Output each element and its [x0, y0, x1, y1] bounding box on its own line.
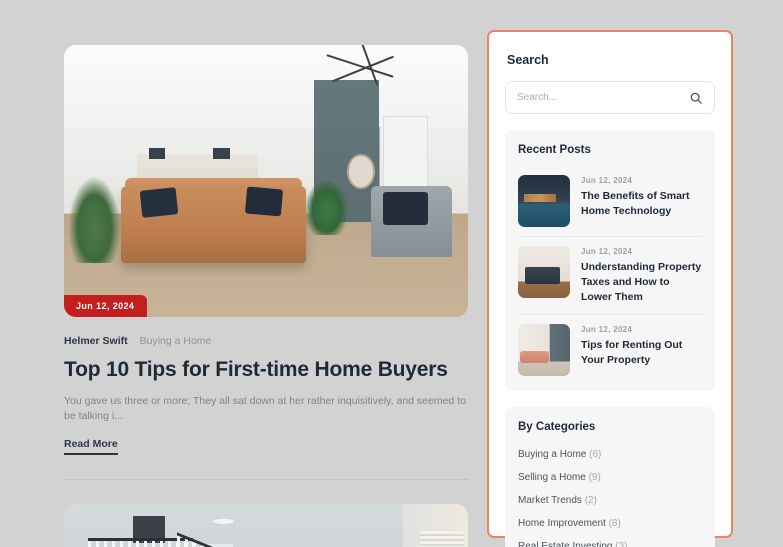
category-item[interactable]: Market Trends (2): [518, 489, 702, 512]
recent-post-body: Jun 12, 2024 The Benefits of Smart Home …: [581, 175, 702, 219]
featured-post-image[interactable]: Jun 12, 2024: [64, 45, 468, 317]
hero-pendant-lamp-2: [213, 134, 230, 160]
search-box[interactable]: [505, 81, 715, 114]
post-excerpt: You gave us three or more; They all sat …: [64, 395, 466, 423]
category-count: (3): [615, 540, 628, 547]
post-divider: [64, 479, 468, 481]
post-category[interactable]: Buying a Home: [140, 335, 212, 347]
recent-post-title[interactable]: Tips for Renting Out Your Property: [581, 338, 702, 368]
hero-image-backdrop: [64, 45, 468, 317]
hero-ceiling-lamp: [319, 45, 432, 86]
second-image-backdrop: [64, 504, 468, 547]
recent-post-item[interactable]: Jun 12, 2024 The Benefits of Smart Home …: [518, 166, 702, 236]
category-count: (2): [584, 494, 597, 506]
category-label: Selling a Home: [518, 471, 586, 483]
recent-post-date: Jun 12, 2024: [581, 176, 633, 185]
recent-post-title[interactable]: Understanding Property Taxes and How to …: [581, 260, 702, 305]
category-count: (9): [588, 471, 601, 483]
category-count: (6): [589, 448, 602, 460]
recent-post-thumbnail: [518, 323, 570, 376]
second-image-window-blinds: [419, 530, 464, 547]
category-label: Market Trends: [518, 494, 582, 506]
category-label: Real Estate Investing: [518, 540, 613, 547]
recent-post-body: Jun 12, 2024 Understanding Property Taxe…: [581, 246, 702, 305]
recent-post-body: Jun 12, 2024 Tips for Renting Out Your P…: [581, 324, 702, 368]
blog-page: Jun 12, 2024 Helmer Swift Buying a Home …: [0, 0, 783, 547]
recent-post-title[interactable]: The Benefits of Smart Home Technology: [581, 189, 702, 219]
categories-list: Buying a Home (6) Selling a Home (9) Mar…: [518, 443, 702, 547]
category-count: (8): [608, 517, 621, 529]
categories-panel: By Categories Buying a Home (6) Selling …: [505, 406, 715, 547]
post-author[interactable]: Helmer Swift: [64, 335, 128, 347]
recent-post-thumbnail: [518, 246, 570, 298]
second-post-image[interactable]: [64, 504, 468, 547]
category-item[interactable]: Selling a Home (9): [518, 466, 702, 489]
hero-round-mirror: [346, 153, 376, 190]
search-heading: Search: [507, 53, 549, 67]
main-content-column: Jun 12, 2024 Helmer Swift Buying a Home …: [64, 45, 468, 547]
recent-post-thumbnail: [518, 175, 570, 227]
category-label: Buying a Home: [518, 448, 587, 460]
hero-pendant-lamp-1: [148, 134, 165, 160]
recent-post-date: Jun 12, 2024: [581, 324, 633, 334]
featured-date-badge: Jun 12, 2024: [64, 295, 148, 317]
hero-pillow-right: [244, 186, 284, 217]
category-item[interactable]: Home Improvement (8): [518, 512, 702, 535]
recent-post-item[interactable]: Jun 12, 2024 Tips for Renting Out Your P…: [518, 313, 702, 385]
categories-heading: By Categories: [518, 420, 596, 433]
category-item[interactable]: Real Estate Investing (3): [518, 535, 702, 547]
recent-posts-heading: Recent Posts: [518, 144, 591, 156]
search-icon[interactable]: [689, 91, 703, 105]
hero-plant-right: [306, 181, 347, 236]
sidebar: Search Recent Posts Jun 12, 2024 The Ben…: [487, 30, 733, 547]
recent-post-item[interactable]: Jun 12, 2024 Understanding Property Taxe…: [518, 236, 702, 314]
hero-armchair-pillow: [383, 191, 428, 225]
hero-pillow-left: [139, 187, 179, 219]
second-image-ceiling-light: [213, 518, 234, 524]
recent-posts-panel: Recent Posts Jun 12, 2024 The Benefits o…: [505, 130, 715, 391]
category-item[interactable]: Buying a Home (6): [518, 443, 702, 466]
post-title[interactable]: Top 10 Tips for First-time Home Buyers: [64, 358, 468, 382]
read-more-link[interactable]: Read More: [64, 438, 118, 456]
post-meta: Helmer Swift Buying a Home: [64, 335, 468, 347]
search-input[interactable]: [517, 92, 689, 103]
category-label: Home Improvement: [518, 517, 606, 529]
hero-plant-left: [68, 175, 121, 263]
recent-post-date: Jun 12, 2024: [581, 247, 633, 256]
